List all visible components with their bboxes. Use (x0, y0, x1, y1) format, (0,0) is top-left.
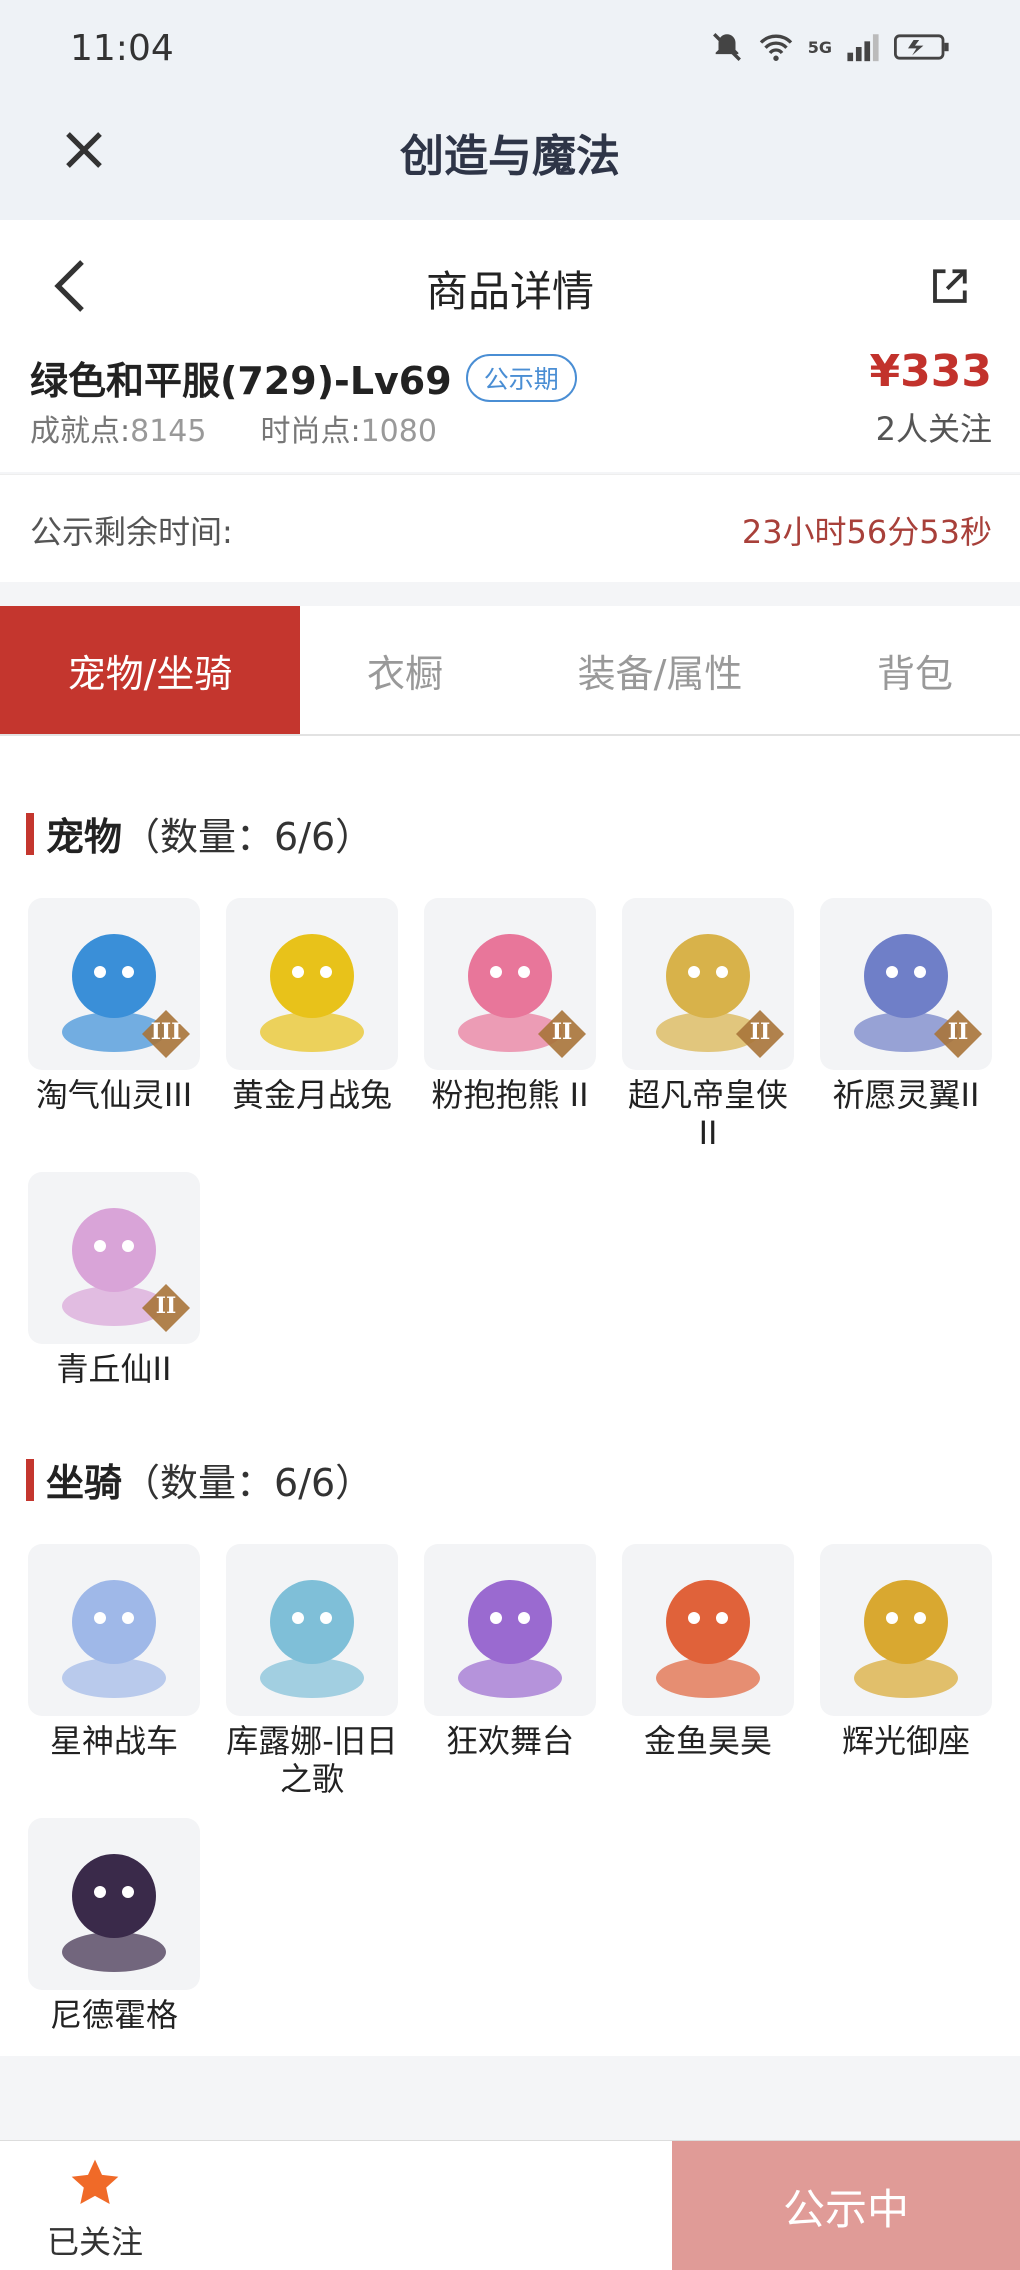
price: ¥333 (869, 346, 992, 397)
status-bar: 11:04 5G (0, 0, 1020, 104)
grid-item[interactable]: 库露娜-旧日之歌 (224, 1544, 400, 1798)
countdown-row: 公示剩余时间: 23小时56分53秒 (0, 474, 1020, 582)
countdown-value: 23小时56分53秒 (741, 513, 992, 551)
rank-badge-icon: III (140, 1008, 192, 1060)
item-name: 超凡帝皇侠 II (627, 1076, 788, 1152)
rank-badge-icon: II (932, 1008, 984, 1060)
follower-count: 2人关注 (875, 410, 992, 448)
page-title: 商品详情 (425, 267, 594, 316)
mounts-section-title: 坐骑 （数量：6/6） (26, 1452, 373, 1507)
item-thumbnail (226, 1544, 398, 1716)
mounts-count: （数量：6/6） (122, 1461, 374, 1505)
grid-item[interactable]: 黄金月战兔 (224, 898, 400, 1114)
product-title: 绿色和平服(729)-Lv69 (30, 359, 452, 403)
app-header: 创造与魔法 (0, 104, 1020, 220)
grid-item[interactable]: 尼德霍格 (26, 1818, 202, 2034)
item-name: 狂欢舞台 (445, 1722, 574, 1760)
grid-item[interactable]: 辉光御座 (818, 1544, 994, 1760)
character-image (458, 1580, 562, 1698)
grid-item[interactable]: 星神战车 (26, 1544, 202, 1760)
grid-item[interactable]: II 粉抱抱熊 II (422, 898, 598, 1114)
character-image (62, 1854, 166, 1972)
pets-title: 宠物 (46, 815, 123, 859)
character-image (260, 934, 364, 1052)
product-card: 商品详情 绿色和平服(729)-Lv69 公示期 成就点:8145 时尚点:10… (0, 220, 1020, 472)
section-marker (26, 812, 34, 855)
signal-icon (847, 34, 879, 62)
star-icon (71, 2159, 119, 2204)
tab-wardrobe[interactable]: 衣橱 (300, 606, 510, 734)
page-nav: 商品详情 (0, 220, 1020, 350)
item-name: 辉光御座 (841, 1722, 970, 1760)
rank-badge-icon: II (734, 1008, 786, 1060)
grid-item[interactable]: III 淘气仙灵III (26, 898, 202, 1114)
achievement-value: 8145 (130, 414, 207, 449)
battery-icon (894, 34, 949, 60)
fashion-points: 时尚点:1080 (260, 406, 436, 450)
item-thumbnail (28, 1818, 200, 1990)
product-stats: 成就点:8145 时尚点:1080 (30, 406, 437, 450)
follow-label: 已关注 (46, 2223, 143, 2261)
character-image (854, 1580, 958, 1698)
wifi-icon (759, 34, 792, 61)
item-name: 祈愿灵翼II (832, 1076, 980, 1114)
bottom-bar: 已关注 公示中 (0, 2140, 1020, 2270)
tab-backpack[interactable]: 背包 (810, 606, 1020, 734)
item-thumbnail: II (622, 898, 794, 1070)
item-name: 金鱼昊昊 (643, 1722, 772, 1760)
item-name: 粉抱抱熊 II (431, 1076, 589, 1114)
share-icon[interactable] (928, 266, 970, 308)
status-icons: 5G (710, 30, 950, 64)
grid-item[interactable]: II 青丘仙II (26, 1172, 202, 1388)
character-image (62, 1580, 166, 1698)
mute-bell-icon (712, 33, 741, 61)
tab-bar: 宠物/坐骑 衣橱 装备/属性 背包 (0, 606, 1020, 736)
tab-pets-mounts[interactable]: 宠物/坐骑 (0, 606, 300, 734)
tab-equipment[interactable]: 装备/属性 (510, 606, 810, 734)
grid-item[interactable]: II 祈愿灵翼II (818, 898, 994, 1114)
item-name: 淘气仙灵III (35, 1076, 193, 1114)
status-badge: 公示期 (465, 353, 577, 402)
item-thumbnail (820, 1544, 992, 1716)
mounts-title: 坐骑 (46, 1461, 123, 1505)
network-type: 5G (807, 37, 832, 57)
section-marker (26, 1458, 34, 1501)
pets-section-title: 宠物 （数量：6/6） (26, 806, 373, 861)
item-thumbnail (226, 898, 398, 1070)
achievement-label: 成就点: (30, 414, 131, 449)
pets-count: （数量：6/6） (122, 815, 374, 859)
character-image (260, 1580, 364, 1698)
item-name: 库露娜-旧日之歌 (226, 1722, 398, 1798)
item-thumbnail (424, 1544, 596, 1716)
clock: 11:04 (70, 28, 174, 69)
status-button[interactable]: 公示中 (672, 2141, 1020, 2270)
tab-content: 宠物 （数量：6/6） III 淘气仙灵III 黄金月战兔 II 粉抱抱熊 II II 超凡… (0, 736, 1020, 2056)
item-thumbnail (28, 1544, 200, 1716)
product-name: 绿色和平服(729)-Lv69 公示期 (30, 350, 577, 405)
item-thumbnail: II (820, 898, 992, 1070)
rank-badge-icon: II (140, 1282, 192, 1334)
rank-badge-icon: II (536, 1008, 588, 1060)
item-thumbnail (622, 1544, 794, 1716)
item-name: 黄金月战兔 (231, 1076, 392, 1114)
item-name: 星神战车 (49, 1722, 178, 1760)
follow-button[interactable]: 已关注 (40, 2155, 150, 2263)
grid-item[interactable]: 金鱼昊昊 (620, 1544, 796, 1760)
countdown-label: 公示剩余时间: (30, 513, 233, 551)
fashion-label: 时尚点: (260, 414, 361, 449)
grid-item[interactable]: 狂欢舞台 (422, 1544, 598, 1760)
character-image (656, 1580, 760, 1698)
item-name: 青丘仙II (56, 1350, 172, 1388)
item-name: 尼德霍格 (49, 1996, 178, 2034)
item-thumbnail: II (424, 898, 596, 1070)
grid-item[interactable]: II 超凡帝皇侠 II (620, 898, 796, 1152)
item-thumbnail: III (28, 898, 200, 1070)
fashion-value: 1080 (360, 414, 437, 449)
app-title: 创造与魔法 (400, 131, 620, 182)
item-thumbnail: II (28, 1172, 200, 1344)
achievement-points: 成就点:8145 (30, 406, 206, 450)
